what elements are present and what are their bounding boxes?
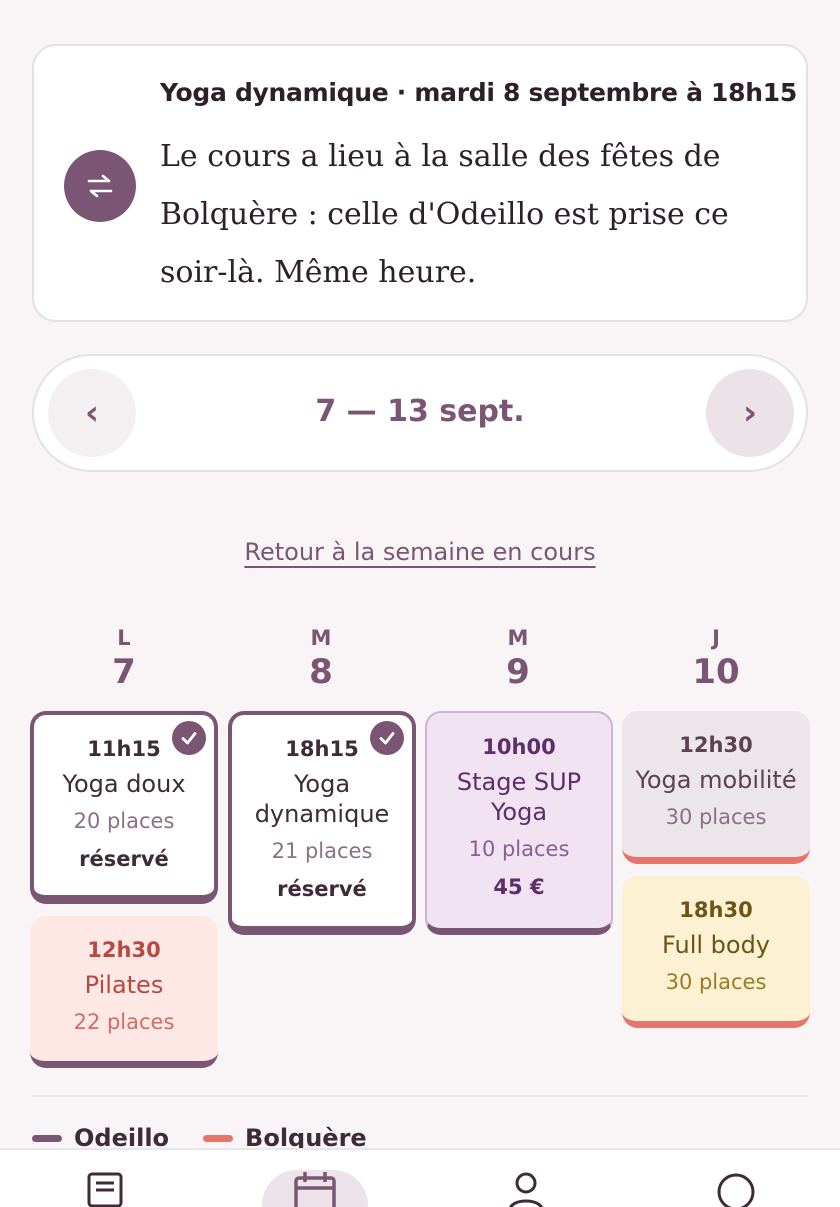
class-card-yoga-dynamique[interactable]: 18h15 Yoga dynamique 21 places réservé <box>228 711 416 935</box>
class-card-stage-sup-yoga[interactable]: 10h00 Stage SUP Yoga 10 places 45 € <box>425 711 613 935</box>
day-letter: M <box>310 626 332 650</box>
class-places: 21 places <box>271 839 373 863</box>
class-places: 30 places <box>665 805 767 829</box>
legend-swatch <box>32 1134 62 1142</box>
back-to-current-week-link[interactable]: Retour à la semaine en cours <box>244 538 595 566</box>
class-card-yoga-mobilite[interactable]: 12h30 Yoga mobilité 30 places <box>622 711 810 864</box>
class-time: 18h30 <box>679 898 753 922</box>
notice-card: Yoga dynamique · mardi 8 septembre à 18h… <box>32 44 808 322</box>
day-letter: M <box>507 626 529 650</box>
class-card-pilates[interactable]: 12h30 Pilates 22 places <box>30 916 218 1068</box>
class-name: Pilates <box>84 971 164 999</box>
class-name: Yoga dynamique <box>254 770 390 828</box>
notice-body: Le cours a lieu à la salle des fêtes de … <box>160 139 729 290</box>
booking-status: réservé <box>277 877 367 901</box>
day-letter: J <box>712 626 720 650</box>
divider <box>32 1095 808 1097</box>
week-range-label: 7 — 13 sept. <box>315 394 525 429</box>
check-icon <box>370 721 404 755</box>
booking-status: réservé <box>79 847 169 871</box>
legend-swatch <box>203 1134 234 1142</box>
class-time: 10h00 <box>482 735 556 759</box>
class-time: 12h30 <box>87 938 161 962</box>
day-number: 9 <box>506 652 530 692</box>
news-icon <box>85 1170 125 1207</box>
chat-icon <box>716 1170 756 1207</box>
next-week-button[interactable]: › <box>706 369 794 457</box>
back-to-current-week: Retour à la semaine en cours <box>0 538 840 566</box>
day-header-monday: L 7 <box>30 626 218 692</box>
class-time: 12h30 <box>679 733 753 757</box>
day-header-tuesday: M 8 <box>227 626 415 692</box>
tab-profile[interactable] <box>476 1170 576 1207</box>
class-places: 30 places <box>665 970 767 994</box>
class-name: Stage SUP Yoga <box>456 768 582 826</box>
class-name: Yoga mobilité <box>635 766 797 794</box>
day-letter: L <box>117 626 131 650</box>
class-places: 22 places <box>73 1010 175 1034</box>
tab-calendar[interactable] <box>265 1170 365 1207</box>
calendar-icon <box>293 1170 337 1207</box>
day-number: 10 <box>692 652 740 692</box>
bottom-tab-bar <box>0 1148 840 1207</box>
class-name: Full body <box>661 931 771 959</box>
day-number: 7 <box>112 652 136 692</box>
user-icon <box>506 1170 546 1207</box>
class-places: 10 places <box>468 837 570 861</box>
day-number: 8 <box>309 652 333 692</box>
notice-title: Yoga dynamique · mardi 8 septembre à 18h… <box>160 78 797 107</box>
tab-messages[interactable] <box>686 1170 786 1207</box>
class-places: 20 places <box>73 809 175 833</box>
swap-icon <box>64 150 136 222</box>
class-card-full-body[interactable]: 18h30 Full body 30 places <box>622 876 810 1028</box>
class-name: Yoga doux <box>62 770 186 798</box>
week-navigator: ‹ 7 — 13 sept. › <box>32 354 808 472</box>
day-header-thursday: J 10 <box>622 626 810 692</box>
day-header-wednesday: M 9 <box>424 626 612 692</box>
check-icon <box>172 721 206 755</box>
class-card-yoga-doux[interactable]: 11h15 Yoga doux 20 places réservé <box>30 711 218 904</box>
class-price: 45 € <box>493 875 545 899</box>
tab-news[interactable] <box>55 1170 155 1207</box>
